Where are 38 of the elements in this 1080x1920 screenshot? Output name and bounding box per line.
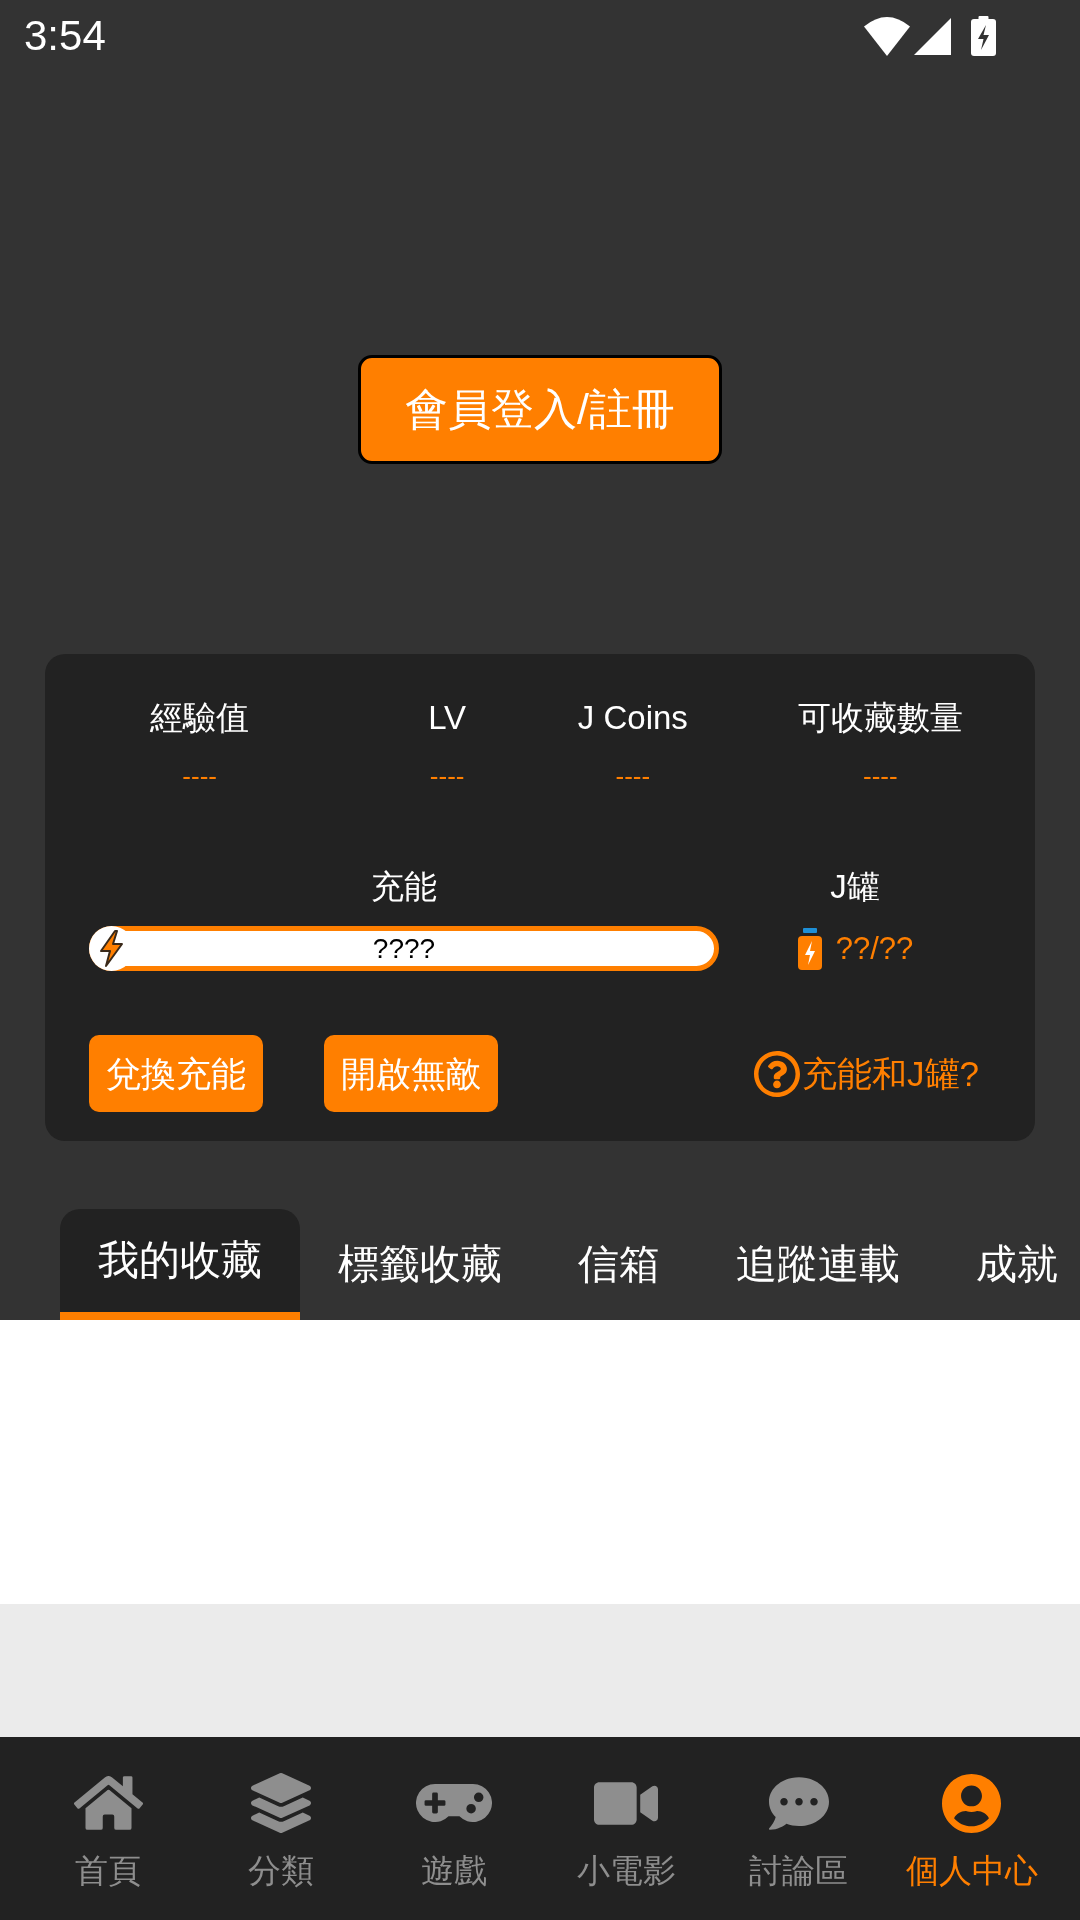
stat-value: ---- [429, 762, 465, 790]
stat-label: LV [428, 700, 467, 736]
stat-label: 經驗值 [150, 700, 250, 736]
invincible-button[interactable]: 開啟無敵 [324, 1035, 498, 1112]
chat-bubble-icon [769, 1776, 829, 1830]
signal-icon [914, 17, 951, 55]
tab[interactable]: 成就 [938, 1209, 1080, 1320]
help-link[interactable]: 充能和J罐? [754, 1050, 979, 1097]
jar-value: ??/?? [835, 931, 914, 966]
login-register-button[interactable]: 會員登入/註冊 [358, 355, 722, 464]
stat-value: ---- [182, 762, 217, 790]
jar-label: J罐 [830, 869, 880, 905]
nav-item[interactable]: 分類 [248, 1737, 314, 1890]
tab[interactable]: 標籤收藏 [300, 1209, 540, 1320]
home-icon [73, 1776, 143, 1830]
battery-icon [971, 16, 996, 56]
gamepad-icon [415, 1784, 492, 1822]
nav-item[interactable]: 個人中心 [905, 1737, 1038, 1890]
stat-value: ---- [863, 762, 898, 790]
nav-item[interactable]: 討論區 [749, 1737, 849, 1890]
nav-item[interactable]: 首頁 [73, 1737, 143, 1890]
tab[interactable]: 我的收藏 [60, 1209, 300, 1320]
tab[interactable]: 追蹤連載 [698, 1209, 938, 1320]
charge-label: 充能 [371, 869, 437, 905]
stat-value: ---- [615, 762, 651, 790]
exchange-charge-button[interactable]: 兌換充能 [89, 1035, 263, 1112]
video-camera-icon [594, 1781, 659, 1825]
nav-item[interactable]: 遊戲 [415, 1737, 492, 1890]
stat-label: J Coins [577, 700, 688, 736]
wifi-icon [864, 16, 910, 56]
layers-icon [251, 1773, 311, 1833]
help-icon [754, 1050, 801, 1097]
nav-item[interactable]: 小電影 [576, 1737, 676, 1890]
charge-reading: ???? [372, 932, 436, 965]
tab[interactable]: 信箱 [540, 1209, 698, 1320]
status-time: 3:54 [24, 15, 106, 57]
jar-icon [796, 927, 823, 970]
stat-label: 可收藏數量 [797, 700, 963, 736]
